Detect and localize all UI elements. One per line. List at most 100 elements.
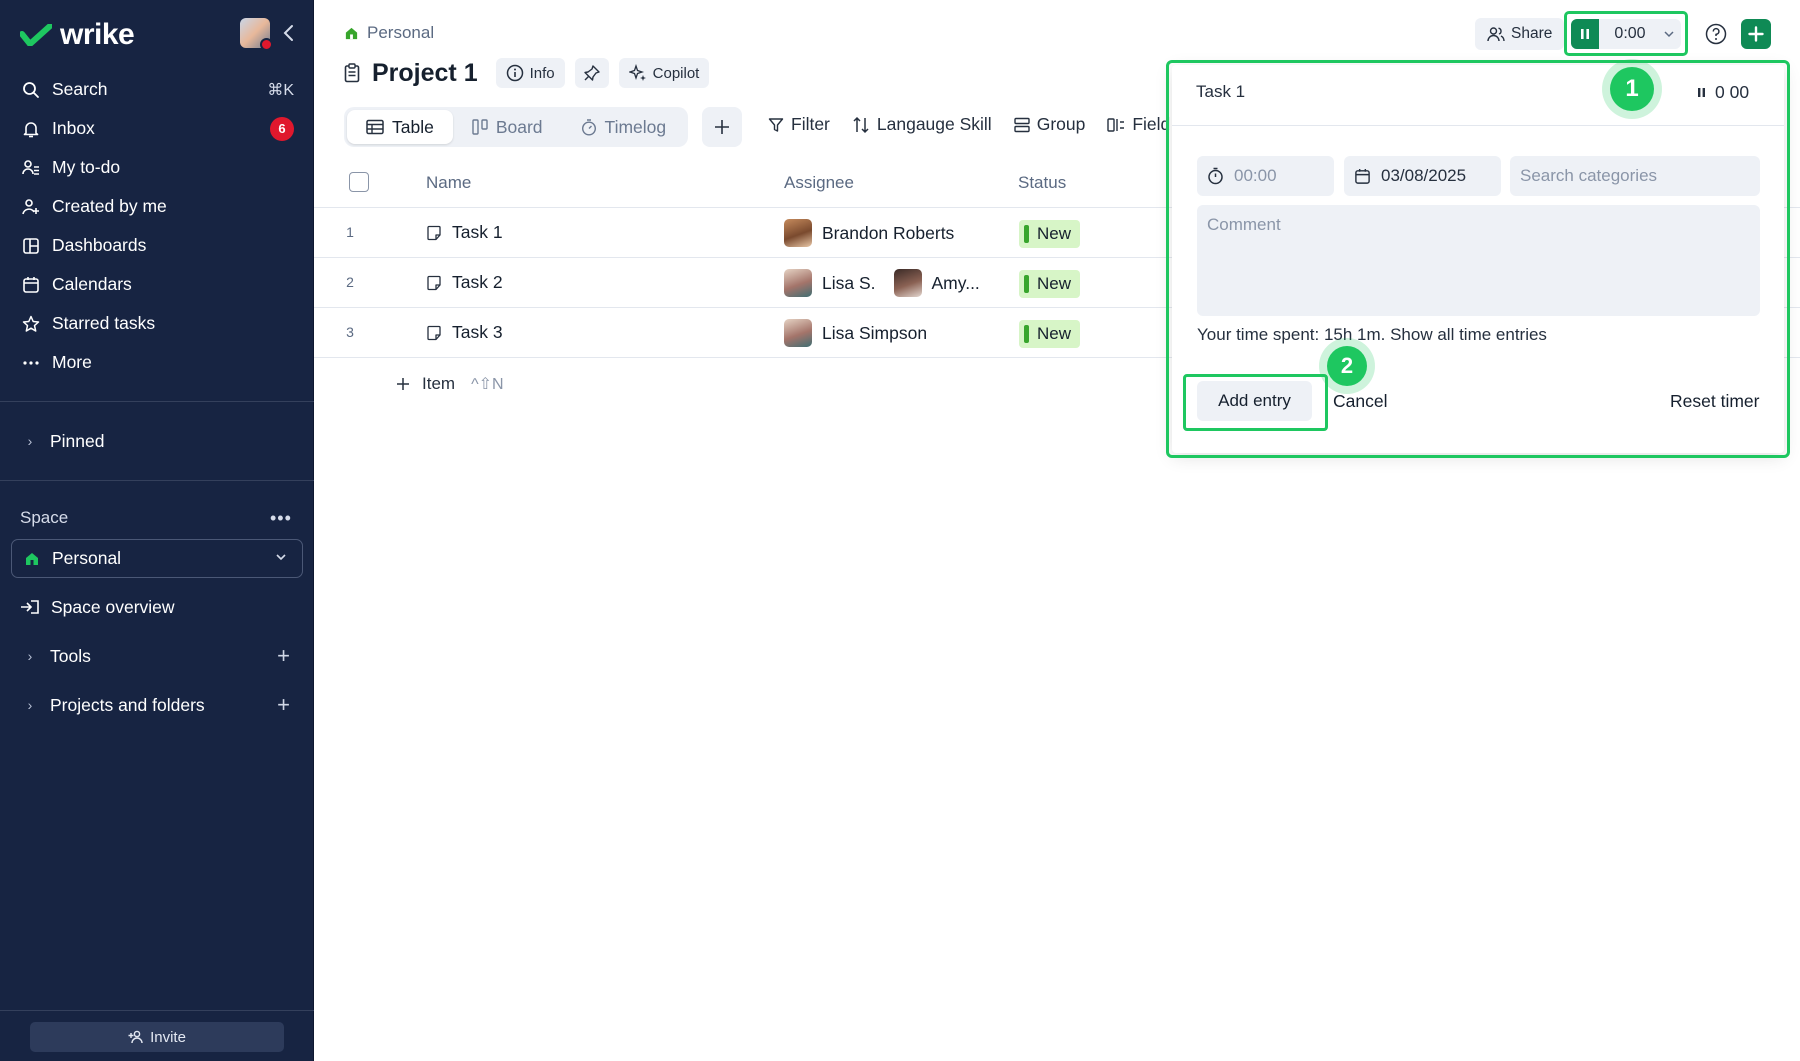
filter-button[interactable]: Filter (768, 114, 830, 135)
group-icon (1014, 117, 1030, 132)
share-button[interactable]: Share (1475, 18, 1565, 50)
add-project-icon[interactable]: + (277, 692, 290, 718)
create-new-button[interactable] (1741, 19, 1771, 49)
title-row: Project 1 Info Copilot (344, 58, 710, 88)
wrike-logo[interactable]: wrike (20, 18, 135, 52)
stopwatch-icon (1208, 167, 1223, 185)
tab-label: Board (495, 116, 543, 137)
add-item-button[interactable]: Item ^⇧N (396, 374, 504, 394)
user-avatar[interactable] (240, 18, 273, 51)
view-switcher: Table Board Timelog (344, 107, 689, 147)
cancel-button[interactable]: Cancel (1333, 391, 1387, 412)
nav-created-by-me[interactable]: Created by me (0, 187, 314, 226)
time-spent-text[interactable]: Your time spent: 15h 1m. Show all time e… (1197, 325, 1547, 345)
task-icon (427, 275, 441, 290)
pause-icon (1581, 29, 1589, 39)
duration-placeholder: 00:00 (1234, 166, 1277, 185)
popover-task-name: Task 1 (1196, 82, 1246, 101)
column-name[interactable]: Name (426, 173, 471, 193)
calendar-icon (22, 276, 40, 294)
nav-dashboards[interactable]: Dashboards (0, 226, 314, 265)
add-view-button[interactable] (702, 107, 742, 147)
chevron-right-icon: › (27, 697, 33, 713)
invite-user-icon (128, 1030, 143, 1044)
assignee-cell[interactable]: Lisa Simpson (784, 319, 927, 347)
comment-field[interactable]: Comment (1197, 205, 1760, 316)
invite-button[interactable]: Invite (30, 1022, 284, 1052)
nav-label: Search (52, 79, 108, 99)
space-more-icon[interactable]: ••• (270, 508, 292, 529)
add-item-label: Item (422, 374, 456, 393)
home-icon (26, 552, 38, 565)
assignee-cell[interactable]: Brandon Roberts (784, 219, 954, 247)
date-field[interactable]: 03/08/2025 (1344, 156, 1501, 196)
task-name-cell[interactable]: Task 1 (426, 222, 503, 243)
nav-calendars[interactable]: Calendars (0, 265, 314, 304)
project-icon (344, 63, 360, 83)
row-number: 3 (346, 324, 354, 340)
ellipsis-icon (22, 354, 40, 372)
plus-icon (715, 120, 729, 134)
assignee-name: Lisa S. (822, 272, 876, 293)
nav-label: Created by me (52, 196, 167, 216)
tab-board[interactable]: Board (453, 110, 562, 144)
breadcrumb-label: Personal (367, 23, 435, 42)
step-marker-1: 1 (1610, 67, 1654, 111)
plus-icon (397, 378, 409, 390)
timer-dropdown-button[interactable] (1657, 28, 1681, 40)
group-button[interactable]: Group (1014, 114, 1086, 135)
nav-my-todo[interactable]: My to-do (0, 148, 314, 187)
task-name: Task 3 (452, 322, 503, 342)
status-color-bar (1024, 225, 1029, 243)
nav-label: Starred tasks (52, 313, 156, 333)
timer-value: 0:00 (1614, 25, 1646, 42)
tab-table[interactable]: Table (347, 110, 453, 144)
chevron-down-icon (276, 554, 286, 561)
page-title: Project 1 (372, 58, 478, 87)
pinned-section[interactable]: › Pinned (0, 421, 314, 461)
timer-control[interactable]: 0:00 (1571, 19, 1681, 49)
column-assignee[interactable]: Assignee (784, 173, 854, 193)
task-name-cell[interactable]: Task 2 (426, 272, 503, 293)
tab-timelog[interactable]: Timelog (562, 110, 686, 144)
table-icon (366, 119, 384, 135)
popover-timer[interactable]: 0 00 (1697, 82, 1749, 103)
info-button[interactable]: Info (495, 58, 565, 88)
fields-button[interactable]: Field (1107, 114, 1170, 135)
nav-search[interactable]: Search ⌘K (0, 70, 314, 109)
status-badge[interactable]: New (1019, 220, 1081, 248)
nav-inbox[interactable]: Inbox 6 (0, 109, 314, 148)
select-all-checkbox[interactable] (349, 172, 369, 192)
category-search-field[interactable]: Search categories (1510, 156, 1760, 196)
sidebar-divider (0, 480, 314, 481)
nav-label: Inbox (52, 118, 95, 138)
wrike-check-icon (20, 24, 52, 46)
breadcrumb[interactable]: Personal (344, 23, 434, 43)
nav-starred-tasks[interactable]: Starred tasks (0, 304, 314, 343)
space-selector[interactable]: Personal (11, 539, 303, 578)
sort-button[interactable]: Langauge Skill (852, 114, 992, 135)
status-badge[interactable]: New (1019, 320, 1081, 348)
collapse-sidebar-icon[interactable] (280, 21, 298, 45)
copilot-button[interactable]: Copilot (618, 58, 710, 88)
main-nav: Search ⌘K Inbox 6 My to-do Created by me… (0, 70, 314, 382)
duration-field[interactable]: 00:00 (1197, 156, 1334, 196)
task-icon (427, 225, 441, 240)
nav-more[interactable]: More (0, 343, 314, 382)
reset-timer-button[interactable]: Reset timer (1670, 391, 1759, 412)
projects-section[interactable]: › Projects and folders + (0, 685, 314, 725)
help-icon[interactable] (1705, 23, 1727, 45)
status-badge[interactable]: New (1019, 270, 1081, 298)
column-status[interactable]: Status (1018, 173, 1066, 193)
info-icon (506, 64, 523, 82)
assignee-cell[interactable]: Lisa S. Amy... (784, 269, 980, 297)
tools-section[interactable]: › Tools + (0, 636, 314, 676)
pause-icon (1698, 88, 1705, 97)
space-overview-item[interactable]: Space overview (0, 587, 314, 627)
group-label: Group (1036, 114, 1086, 134)
task-name-cell[interactable]: Task 3 (426, 322, 503, 343)
add-tool-icon[interactable]: + (277, 643, 290, 669)
chevron-right-icon: › (27, 648, 33, 664)
pin-button[interactable] (574, 58, 609, 88)
pause-timer-button[interactable] (1571, 19, 1599, 49)
